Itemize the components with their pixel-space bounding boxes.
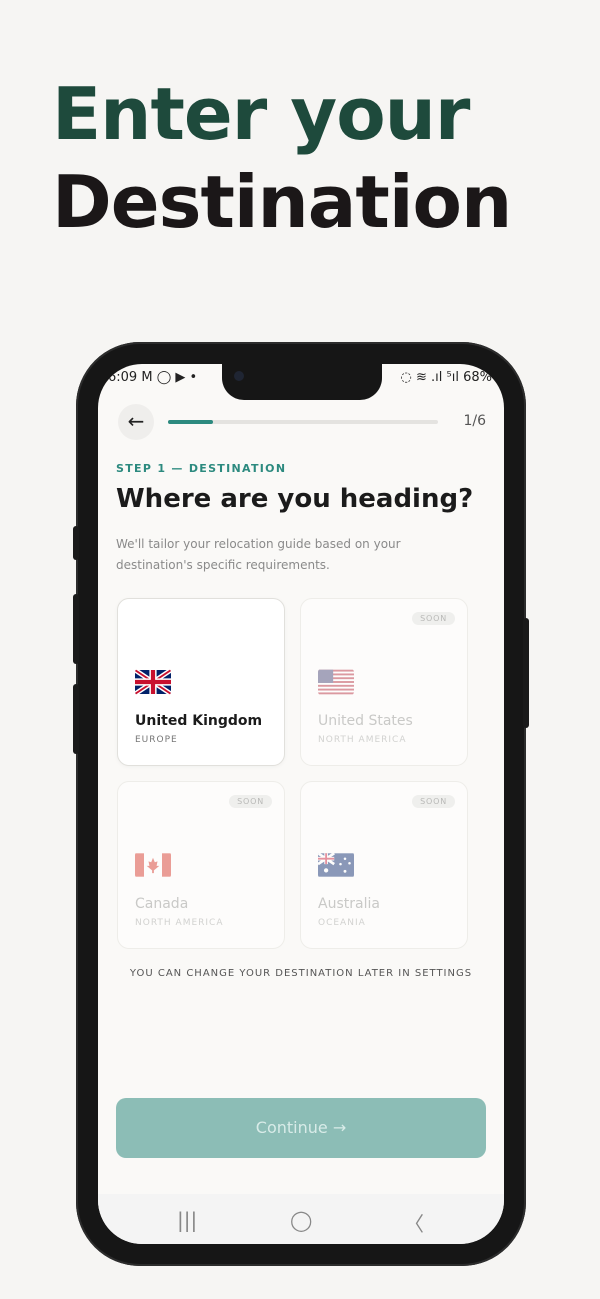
marketing-headline: Enter your Destination bbox=[52, 70, 512, 246]
destination-name: United Kingdom bbox=[135, 713, 263, 729]
status-time: 6:09 bbox=[108, 370, 138, 385]
phone-power-button bbox=[523, 618, 529, 728]
settings-note: YOU CAN CHANGE YOUR DESTINATION LATER IN… bbox=[129, 968, 473, 979]
progress-bar bbox=[168, 420, 438, 424]
phone-volume-down-button bbox=[73, 684, 79, 754]
uk-flag-icon bbox=[135, 669, 171, 695]
front-camera bbox=[234, 371, 244, 381]
destination-region: NORTH AMERICA bbox=[318, 735, 407, 745]
status-bar-left: 6:09 M ◯ ▶ • bbox=[108, 370, 197, 385]
status-bar-right: ◌ ≋ .ıl ⁵ıl 68% bbox=[401, 370, 492, 385]
destination-region: EUROPE bbox=[135, 735, 178, 745]
signal-icons: ◌ ≋ .ıl ⁵ıl bbox=[400, 370, 459, 385]
us-flag-icon bbox=[318, 669, 354, 695]
soon-badge: SOON bbox=[229, 795, 272, 808]
phone-action-button bbox=[73, 526, 79, 560]
page-title: Where are you heading? bbox=[116, 484, 474, 514]
battery-level: 68% bbox=[463, 370, 492, 385]
headline-line-1: Enter your bbox=[52, 72, 470, 156]
phone-volume-up-button bbox=[73, 594, 79, 664]
destination-name: Australia bbox=[318, 896, 380, 912]
android-nav-bar: ||| ◯ 〈 bbox=[98, 1194, 504, 1244]
destination-region: OCEANIA bbox=[318, 918, 366, 928]
destination-card-australia: SOON Australia OCEANIA bbox=[300, 781, 468, 949]
step-counter: 1/6 bbox=[463, 413, 486, 429]
home-icon[interactable]: ◯ bbox=[290, 1208, 312, 1232]
recent-apps-icon[interactable]: ||| bbox=[177, 1208, 197, 1232]
soon-badge: SOON bbox=[412, 612, 455, 625]
back-button[interactable]: ← bbox=[118, 404, 154, 440]
notification-icons: M ◯ ▶ • bbox=[141, 370, 198, 385]
destination-name: United States bbox=[318, 713, 413, 729]
progress-header: ← 1/6 bbox=[118, 404, 488, 440]
progress-fill bbox=[168, 420, 213, 424]
destination-region: NORTH AMERICA bbox=[135, 918, 224, 928]
nav-back-icon[interactable]: 〈 bbox=[404, 1208, 424, 1237]
destination-card-canada: SOON Canada NORTH AMERICA bbox=[117, 781, 285, 949]
continue-button[interactable]: Continue → bbox=[116, 1098, 486, 1158]
step-label: STEP 1 — DESTINATION bbox=[116, 462, 287, 475]
phone-notch bbox=[222, 364, 382, 400]
arrow-left-icon: ← bbox=[127, 409, 145, 433]
page-subtitle: We'll tailor your relocation guide based… bbox=[116, 537, 401, 572]
soon-badge: SOON bbox=[412, 795, 455, 808]
app-screen: 6:09 M ◯ ▶ • ◌ ≋ .ıl ⁵ıl 68% ← 1/6 STEP … bbox=[98, 364, 504, 1244]
australia-flag-icon bbox=[318, 852, 354, 878]
destination-card-united-states: SOON United States NORTH AMERICA bbox=[300, 598, 468, 766]
destination-card-united-kingdom[interactable]: United Kingdom EUROPE bbox=[117, 598, 285, 766]
destination-name: Canada bbox=[135, 896, 189, 912]
canada-flag-icon bbox=[135, 852, 171, 878]
headline-line-2: Destination bbox=[52, 160, 512, 244]
